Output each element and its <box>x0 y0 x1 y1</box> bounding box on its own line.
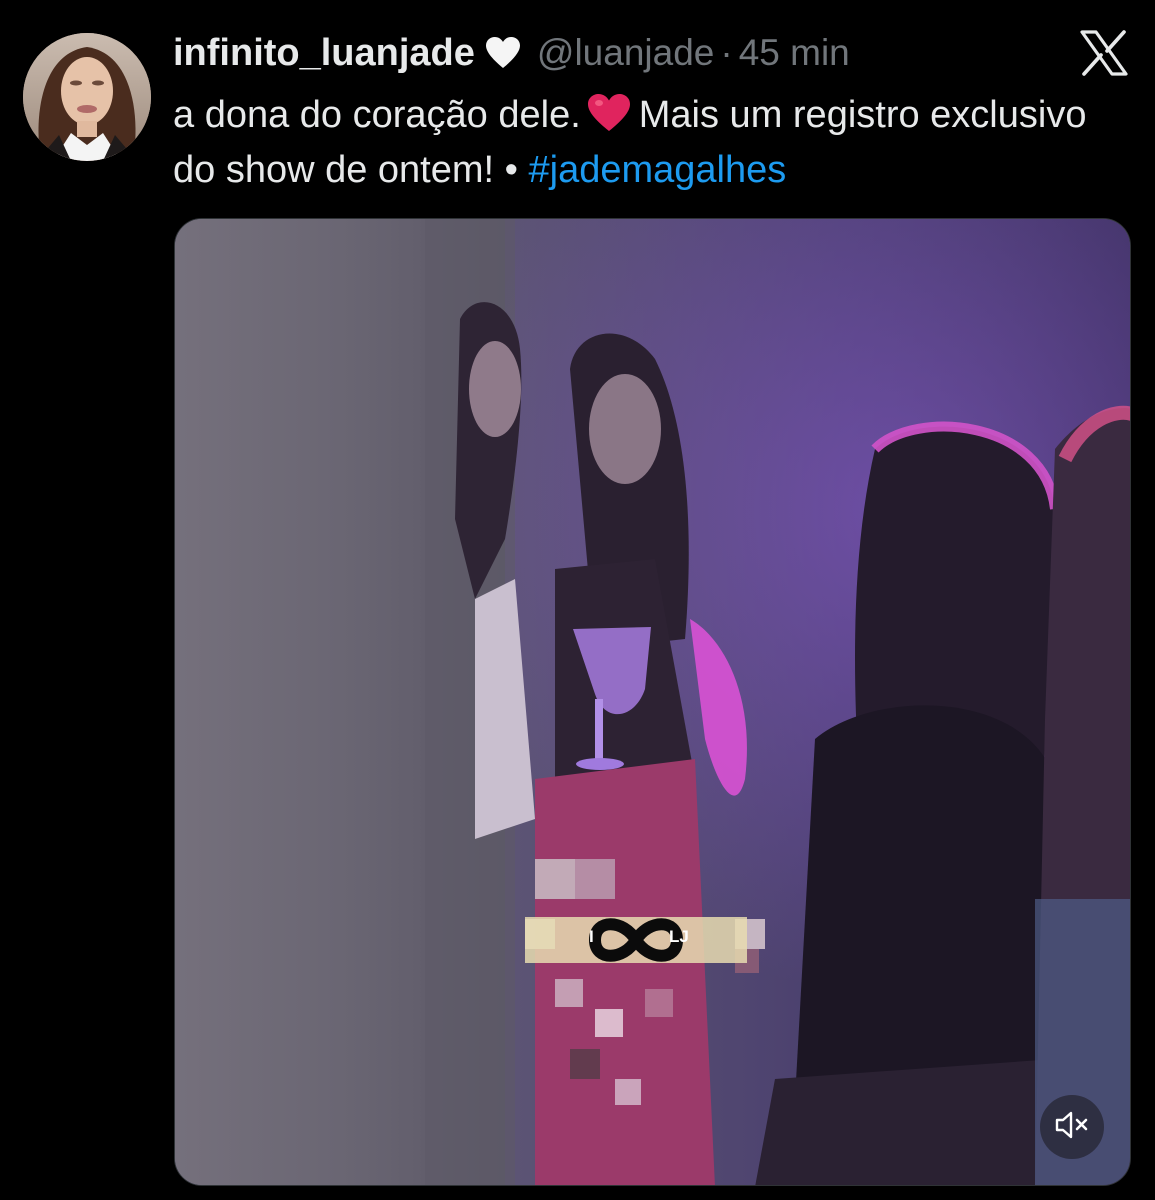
tweet-text-part1: a dona do coração dele. <box>173 94 581 136</box>
mute-toggle-button[interactable] <box>1040 1095 1104 1159</box>
watermark-letter-left: I <box>589 927 594 946</box>
tweet-text: a dona do coração dele. Mais um registro … <box>173 88 1113 198</box>
white-heart-icon <box>485 36 521 70</box>
avatar[interactable] <box>23 33 151 161</box>
video-player[interactable]: I LJ <box>174 218 1131 1186</box>
video-frame <box>175 219 1130 1185</box>
user-handle[interactable]: @luanjade <box>537 32 714 74</box>
speaker-muted-icon <box>1055 1110 1089 1145</box>
hashtag-link[interactable]: #jademagalhes <box>529 149 787 191</box>
watermark-letter-right: LJ <box>669 927 689 946</box>
red-heart-icon <box>587 93 631 133</box>
separator-dot: · <box>720 32 733 73</box>
x-logo-icon <box>1080 30 1128 76</box>
timestamp[interactable]: 45 min <box>739 32 850 74</box>
tweet[interactable]: infinito_luanjade @luanjade · 45 min a d… <box>0 0 1155 1200</box>
display-name[interactable]: infinito_luanjade <box>173 32 475 75</box>
tweet-header: infinito_luanjade @luanjade · 45 min <box>173 28 850 78</box>
